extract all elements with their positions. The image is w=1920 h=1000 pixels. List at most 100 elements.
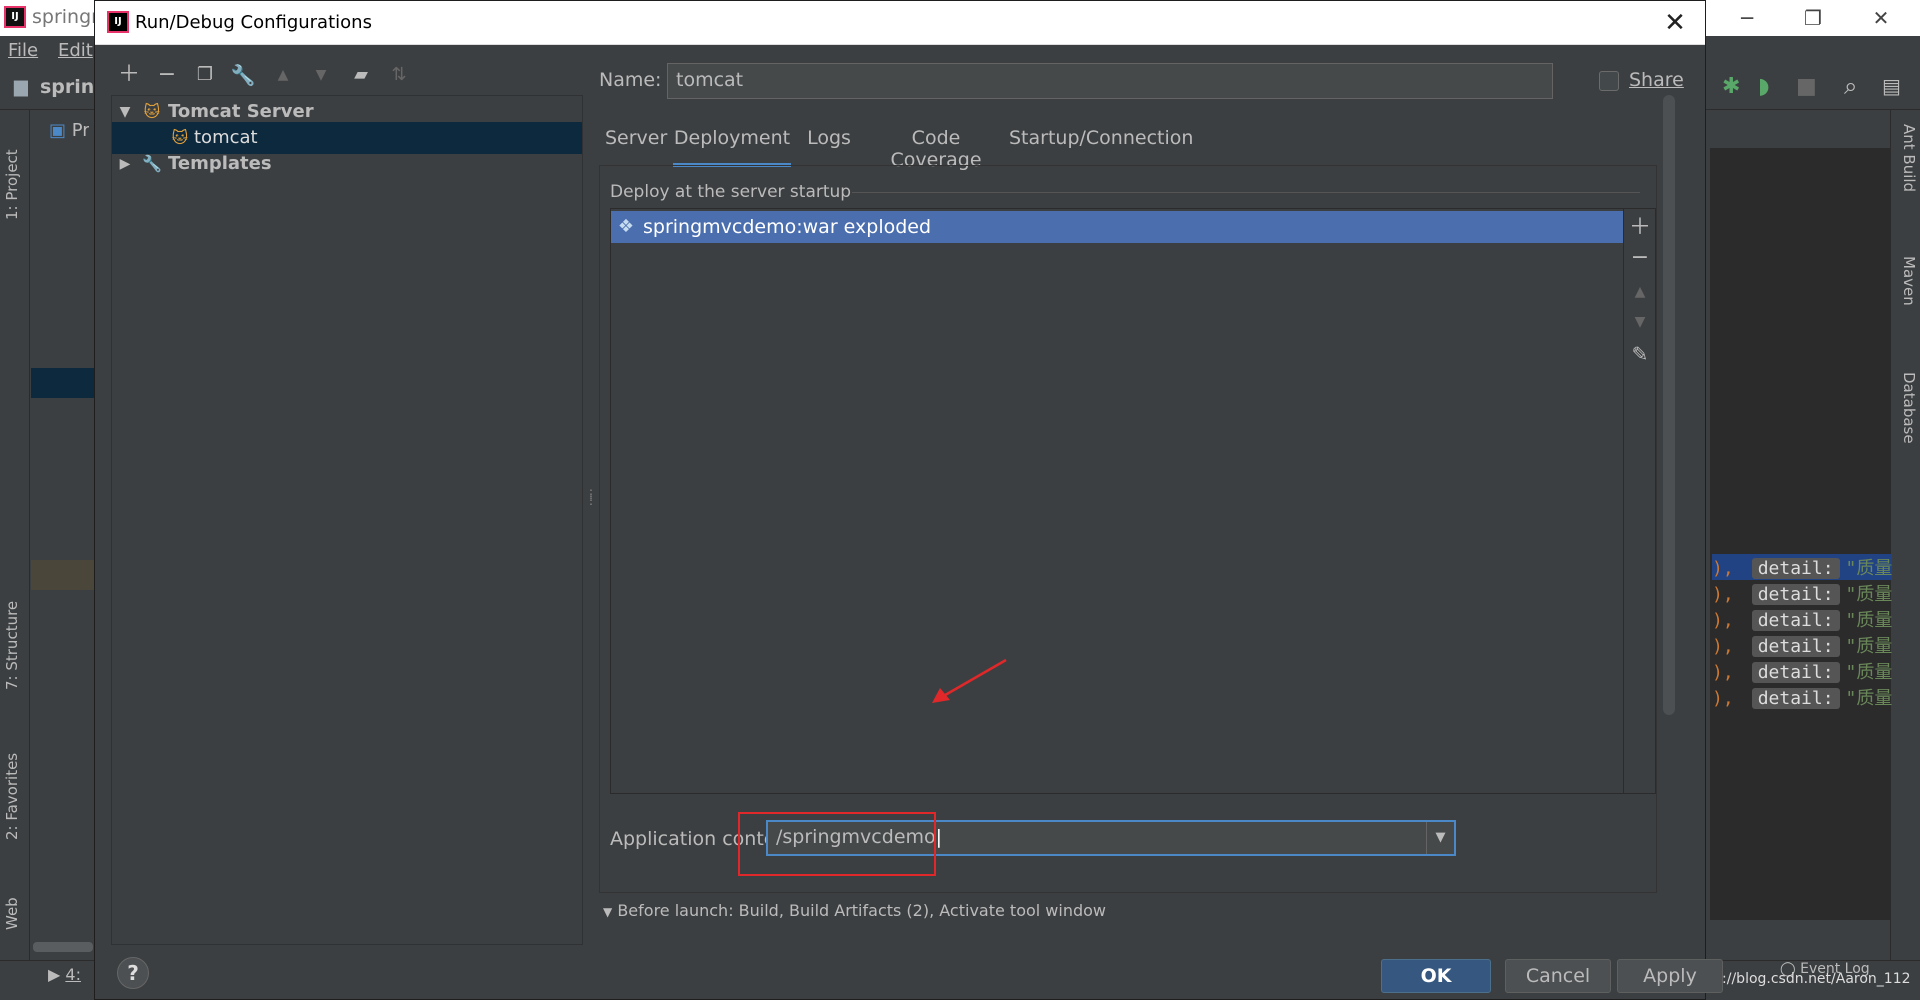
- dialog-title-bar: IJ Run/Debug Configurations ✕: [95, 1, 1705, 45]
- folder-icon: ▆: [14, 76, 28, 97]
- sort-icon[interactable]: ⇅: [385, 61, 413, 89]
- section-divider: [852, 192, 1640, 193]
- config-detail-pane: Name: tomcat Share Server Deployment Log…: [599, 57, 1699, 947]
- tree-toolbar: ＋ − ❐ 🔧 ▲ ▼ ▰ ⇅: [111, 57, 583, 93]
- tab-structure[interactable]: 7: Structure: [3, 580, 27, 690]
- tab-favorites[interactable]: 2: Favorites: [3, 730, 27, 840]
- tab-code-coverage[interactable]: Code Coverage: [871, 127, 1001, 171]
- code-line[interactable]: ), detail: "质量: [1712, 632, 1892, 658]
- menu-file[interactable]: File: [8, 40, 38, 61]
- code-string: "质量: [1845, 662, 1893, 683]
- new-folder-icon[interactable]: ▰: [347, 61, 375, 89]
- before-launch-header[interactable]: ▼ Before launch: Build, Build Artifacts …: [603, 901, 1106, 920]
- move-up-icon[interactable]: ▲: [1624, 277, 1656, 307]
- code-tag: detail:: [1751, 662, 1840, 683]
- intellij-logo-icon: IJ: [107, 11, 129, 33]
- code-string: "质量: [1845, 584, 1893, 605]
- code-prefix: ),: [1712, 558, 1734, 579]
- status-tool-item[interactable]: ▶ 4:: [48, 965, 81, 984]
- code-string: "质量: [1845, 688, 1893, 709]
- code-editor[interactable]: [1710, 148, 1890, 920]
- structure-icon[interactable]: ▤: [1882, 74, 1901, 98]
- menu-edit[interactable]: Edit: [58, 40, 93, 61]
- tree-node-templates[interactable]: ▶ 🔧 Templates: [112, 148, 582, 180]
- apply-button[interactable]: Apply: [1617, 959, 1723, 993]
- share-checkbox[interactable]: [1599, 71, 1619, 91]
- project-scrollbar[interactable]: [33, 942, 93, 952]
- code-line[interactable]: ), detail: "质量: [1712, 606, 1892, 632]
- tab-server[interactable]: Server: [605, 127, 667, 167]
- tab-database[interactable]: Database: [1894, 372, 1918, 482]
- remove-artifact-icon[interactable]: −: [1624, 243, 1656, 273]
- tab-logs[interactable]: Logs: [805, 127, 853, 167]
- project-selected-row[interactable]: [31, 368, 95, 398]
- code-tag: detail:: [1751, 610, 1840, 631]
- code-tag: detail:: [1751, 636, 1840, 657]
- project-highlight-row[interactable]: [31, 560, 95, 590]
- deploy-item[interactable]: ❖ springmvcdemo:war exploded: [611, 211, 1623, 243]
- text-cursor: |: [935, 826, 943, 848]
- move-up-icon[interactable]: ▲: [269, 61, 297, 89]
- config-tree: ▼ 🐱 Tomcat Server 🐱 tomcat ▶ 🔧 Templates: [111, 95, 583, 945]
- code-prefix: ),: [1712, 688, 1734, 709]
- deployment-panel: Deploy at the server startup ❖ springmvc…: [599, 165, 1657, 893]
- share-label-text: Share: [1629, 69, 1684, 91]
- code-prefix: ),: [1712, 584, 1734, 605]
- code-line[interactable]: ), detail: "质量: [1712, 684, 1892, 710]
- project-panel: ▣ Pr: [31, 110, 95, 960]
- code-string: "质量: [1845, 558, 1893, 579]
- stop-icon[interactable]: ■: [1796, 74, 1817, 99]
- chevron-down-icon[interactable]: ▼: [1426, 822, 1454, 854]
- chevron-right-icon[interactable]: ▶: [116, 148, 134, 180]
- tab-maven[interactable]: Maven: [1894, 256, 1918, 346]
- annotation-arrow-icon: [932, 658, 1007, 703]
- search-icon[interactable]: ⌕: [1844, 72, 1857, 100]
- name-field[interactable]: tomcat: [667, 63, 1553, 99]
- deploy-item-label: springmvcdemo:war exploded: [643, 216, 932, 238]
- artifact-icon: ❖: [617, 216, 635, 237]
- deploy-list[interactable]: ❖ springmvcdemo:war exploded: [610, 208, 1624, 794]
- move-down-icon[interactable]: ▼: [307, 61, 335, 89]
- wrench-icon: 🔧: [142, 154, 162, 173]
- help-button[interactable]: ?: [117, 957, 149, 989]
- code-string: "质量: [1845, 636, 1893, 657]
- add-artifact-icon[interactable]: ＋: [1624, 213, 1656, 243]
- tab-ant-build[interactable]: Ant Build: [1894, 124, 1918, 234]
- ok-button[interactable]: OK: [1381, 959, 1491, 993]
- coverage-icon[interactable]: ◗: [1758, 74, 1770, 99]
- restore-icon[interactable]: ❐: [1788, 4, 1838, 32]
- code-tag: detail:: [1751, 688, 1840, 709]
- debug-icon[interactable]: ✱: [1722, 74, 1740, 99]
- remove-icon[interactable]: −: [153, 61, 181, 89]
- deploy-side-toolbar: ＋ − ▲ ▼ ✎: [1624, 208, 1656, 794]
- project-tab-label[interactable]: Pr: [72, 120, 89, 141]
- config-tree-pane: ＋ − ❐ 🔧 ▲ ▼ ▰ ⇅ ▼ 🐱 Tomcat Server 🐱 tomc…: [111, 57, 583, 945]
- intellij-logo-icon: IJ: [4, 6, 26, 28]
- minimize-icon[interactable]: ─: [1722, 4, 1772, 32]
- close-icon[interactable]: ✕: [1659, 7, 1691, 39]
- pane-splitter[interactable]: ⋮ ⋮: [585, 488, 597, 511]
- add-icon[interactable]: ＋: [115, 61, 143, 89]
- tab-project[interactable]: 1: Project: [3, 130, 27, 220]
- detail-scrollbar[interactable]: [1663, 95, 1675, 715]
- window-close-icon[interactable]: ✕: [1856, 4, 1906, 32]
- code-tag: detail:: [1751, 584, 1840, 605]
- project-view-icon: ▣: [49, 120, 67, 141]
- code-line[interactable]: ), detail: "质量: [1712, 580, 1892, 606]
- wrench-icon[interactable]: 🔧: [229, 61, 257, 89]
- code-line[interactable]: ), detail: "质量: [1712, 658, 1892, 684]
- before-launch-label: Before launch: Build, Build Artifacts (2…: [617, 901, 1107, 920]
- copy-icon[interactable]: ❐: [191, 61, 219, 89]
- tab-startup-connection[interactable]: Startup/Connection: [1009, 127, 1193, 167]
- tab-web[interactable]: Web: [3, 870, 27, 930]
- tab-deployment[interactable]: Deployment: [673, 127, 791, 167]
- deploy-section-title: Deploy at the server startup: [610, 182, 852, 202]
- move-down-icon[interactable]: ▼: [1624, 307, 1656, 337]
- code-line[interactable]: ), detail: "质量: [1712, 554, 1893, 580]
- cancel-button[interactable]: Cancel: [1505, 959, 1611, 993]
- share-label[interactable]: Share: [1629, 69, 1684, 91]
- name-label: Name:: [599, 69, 662, 91]
- code-prefix: ),: [1712, 662, 1734, 683]
- project-panel-header: ▣ Pr: [49, 120, 89, 141]
- edit-pencil-icon[interactable]: ✎: [1624, 339, 1656, 369]
